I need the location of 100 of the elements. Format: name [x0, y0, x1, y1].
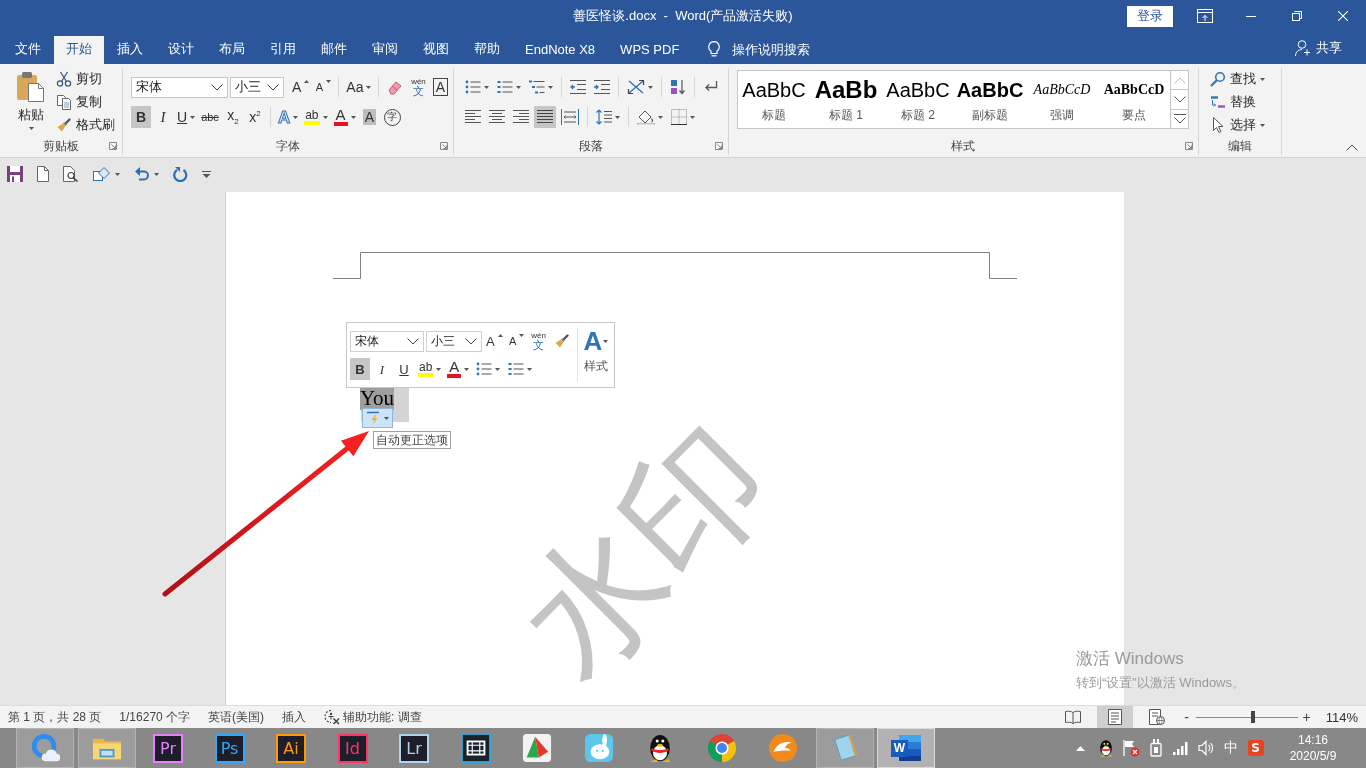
sign-in-button[interactable]: 登录: [1127, 5, 1173, 27]
style-option[interactable]: AaBbC 副标题: [954, 71, 1026, 128]
bold-button[interactable]: B: [350, 358, 370, 380]
flag-icon[interactable]: [1121, 739, 1140, 757]
ribbon-tab[interactable]: EndNote X8: [513, 36, 608, 64]
autocorrect-options-button[interactable]: [362, 408, 393, 428]
superscript-button[interactable]: x$^{2}$: [244, 106, 265, 128]
shrink-font-button[interactable]: A: [506, 330, 527, 352]
font-color-button[interactable]: A: [331, 106, 358, 128]
ribbon-tab[interactable]: 邮件: [309, 36, 359, 64]
ribbon-tab[interactable]: 文件: [3, 36, 53, 64]
taskbar-button[interactable]: Pr: [139, 728, 197, 768]
highlight-button[interactable]: ab: [302, 106, 330, 128]
font-name-field[interactable]: 宋体: [350, 330, 424, 352]
brush-icon: [56, 117, 72, 133]
taskbar-button[interactable]: W: [877, 728, 935, 768]
copy-button[interactable]: 复制: [54, 91, 117, 113]
font-color-button[interactable]: A: [445, 358, 472, 380]
caret-icon: [383, 416, 389, 420]
taskbar-button[interactable]: Ps: [200, 728, 259, 768]
tooltip: 自动更正选项: [373, 431, 451, 449]
word-count[interactable]: 1/16270 个字: [117, 706, 193, 728]
ribbon-tab[interactable]: 引用: [258, 36, 308, 64]
style-option[interactable]: AaBbCcD 要点: [1098, 71, 1170, 128]
style-option[interactable]: AaBbC 标题 2: [882, 71, 954, 128]
clock-date: 2020/5/9: [1289, 748, 1337, 764]
ribbon-tab[interactable]: 开始: [54, 36, 104, 64]
signal-icon[interactable]: [1172, 741, 1189, 755]
page-indicator[interactable]: 第 1 页，共 28 页: [6, 706, 104, 728]
subscript-button[interactable]: x$_{2}$: [222, 106, 243, 128]
highlight-button[interactable]: ab: [416, 358, 444, 380]
underline-button[interactable]: U: [394, 358, 414, 380]
chevron-up-icon[interactable]: [1346, 144, 1358, 151]
app-logo: Lr: [399, 733, 429, 763]
input-mode-indicator[interactable]: 中: [1223, 739, 1238, 757]
select-button[interactable]: 选择: [1208, 114, 1281, 136]
share-button[interactable]: 共享: [1293, 35, 1344, 61]
italic-button[interactable]: I: [153, 106, 173, 128]
ribbon-tab[interactable]: 视图: [411, 36, 461, 64]
grow-font-button[interactable]: A: [290, 76, 312, 98]
dialog-launcher-icon[interactable]: [440, 142, 448, 150]
caret-up-icon: [304, 80, 310, 83]
caret-icon: [464, 367, 470, 371]
cut-button[interactable]: 剪切: [54, 68, 117, 90]
dialog-launcher-icon[interactable]: [109, 142, 117, 150]
taskbar-button[interactable]: Lr: [385, 728, 443, 768]
caret-down-icon: [326, 80, 331, 83]
plug-icon[interactable]: [1149, 739, 1162, 757]
ribbon-tab[interactable]: 布局: [207, 36, 257, 64]
numbered-list-icon: [497, 79, 513, 95]
caret-icon: [350, 115, 356, 119]
strikethrough-button[interactable]: abc: [199, 106, 221, 128]
caret-icon: [516, 85, 521, 89]
volume-icon[interactable]: [1197, 740, 1214, 756]
slider-thumb[interactable]: [1250, 711, 1255, 723]
tell-me-field[interactable]: 操作说明搜索: [730, 37, 827, 61]
zoom-level[interactable]: 114%: [1325, 709, 1358, 725]
zoom-out-button[interactable]: -: [1179, 706, 1194, 728]
font-name-field[interactable]: 宋体: [131, 76, 228, 98]
grow-font-button[interactable]: A: [484, 330, 505, 352]
accessibility-checker[interactable]: 辅助功能: 调查: [322, 706, 424, 728]
phonetic-guide-button[interactable]: wén 文: [408, 76, 429, 98]
zoom-in-button[interactable]: +: [1299, 706, 1314, 728]
distribute-button[interactable]: [558, 106, 582, 128]
phonetic-guide-button[interactable]: wén 文: [528, 330, 549, 352]
justify-button[interactable]: [534, 106, 556, 128]
print-layout-button[interactable]: [1096, 706, 1133, 728]
underline-button[interactable]: U: [175, 106, 198, 128]
change-case-button[interactable]: Aa: [344, 76, 374, 98]
find-button[interactable]: 查找: [1208, 68, 1281, 90]
caret-icon: [190, 115, 196, 119]
triangle-up-icon[interactable]: [1076, 745, 1085, 751]
paste-button[interactable]: 粘贴: [10, 68, 52, 134]
style-option[interactable]: AaBbCcD 强调: [1026, 71, 1098, 128]
ribbon-tab[interactable]: WPS PDF: [608, 36, 692, 64]
taskbar-button[interactable]: Ai: [262, 728, 320, 768]
shrink-font-button[interactable]: A: [313, 76, 334, 98]
lightbulb-icon[interactable]: [708, 41, 721, 57]
character-border-button[interactable]: A: [430, 76, 451, 98]
taskbar-button[interactable]: Id: [323, 728, 382, 768]
ribbon-tab[interactable]: 插入: [105, 36, 155, 64]
ribbon-tab[interactable]: 设计: [156, 36, 206, 64]
dialog-launcher-icon[interactable]: [715, 142, 723, 150]
font-size-field[interactable]: 小三: [426, 330, 482, 352]
italic-button[interactable]: I: [372, 358, 392, 380]
style-option[interactable]: AaBbC 标题: [738, 71, 810, 128]
replace-button[interactable]: 替换: [1208, 91, 1281, 113]
dialog-launcher-icon[interactable]: [1185, 142, 1193, 150]
styles-button[interactable]: A 样式: [578, 323, 614, 387]
style-option[interactable]: AaBb 标题 1: [810, 71, 882, 128]
language-indicator[interactable]: 英语(美国): [206, 706, 267, 728]
font-size-field[interactable]: 小三: [230, 76, 284, 98]
input-method-logo[interactable]: S: [1247, 740, 1264, 756]
format-painter-button[interactable]: 格式刷: [54, 114, 117, 136]
bold-button[interactable]: B: [131, 106, 151, 128]
ribbon-tab[interactable]: 帮助: [462, 36, 512, 64]
borders-button[interactable]: [668, 106, 698, 128]
ribbon-tab[interactable]: 审阅: [360, 36, 410, 64]
bullet-list-icon: [465, 79, 481, 95]
insert-mode-indicator[interactable]: 插入: [280, 706, 309, 728]
